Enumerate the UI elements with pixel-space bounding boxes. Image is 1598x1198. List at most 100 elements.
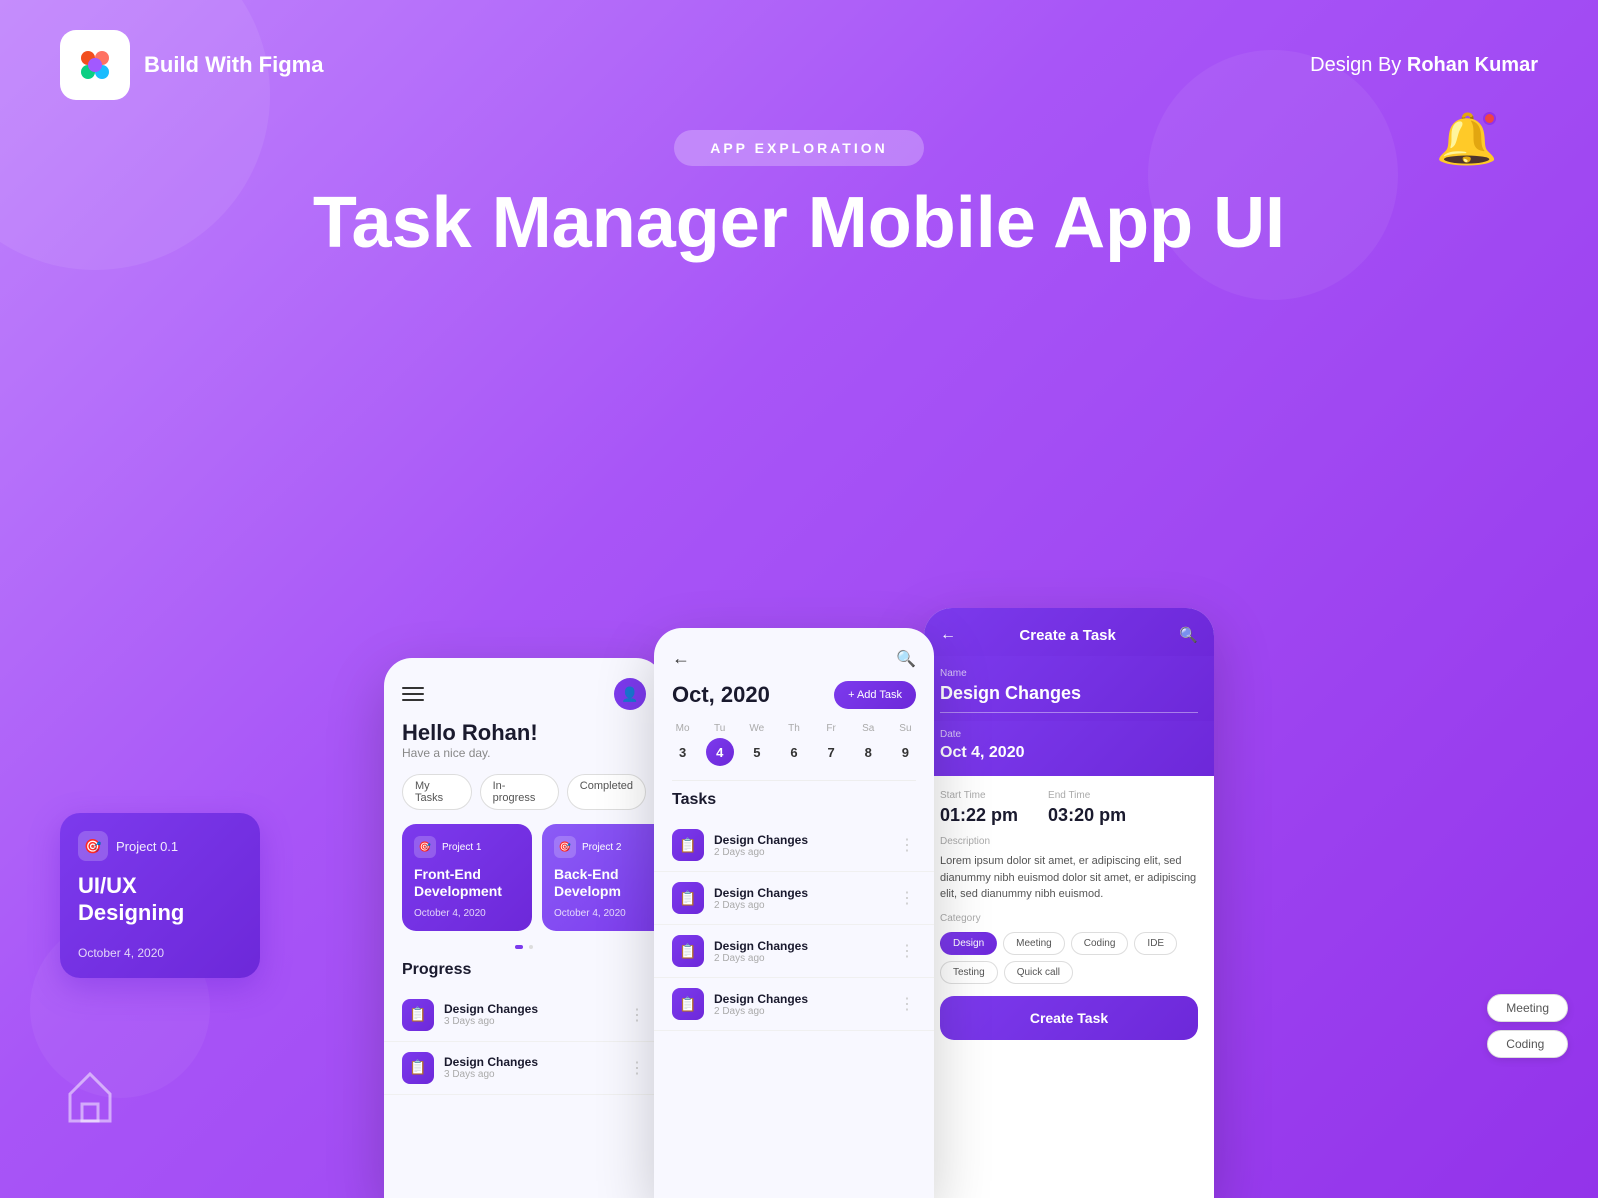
p2-task-ago-3: 2 Days ago bbox=[714, 953, 808, 964]
cal-day-num-we[interactable]: 5 bbox=[743, 738, 771, 766]
project-date: October 4, 2020 bbox=[78, 946, 242, 960]
cal-day-num-fr[interactable]: 7 bbox=[817, 738, 845, 766]
task-icon-2: 📋 bbox=[402, 1052, 434, 1084]
cal-day-num-mo[interactable]: 3 bbox=[669, 738, 697, 766]
cal-day-num-su[interactable]: 9 bbox=[891, 738, 919, 766]
p2-task-menu-4[interactable]: ⋮ bbox=[899, 994, 916, 1014]
p3-header-title: Create a Task bbox=[1019, 627, 1115, 644]
dot-active bbox=[515, 945, 523, 949]
extra-tag-meeting[interactable]: Meeting bbox=[1487, 994, 1568, 1022]
p2-task-name-4: Design Changes bbox=[714, 992, 808, 1006]
p2-task-menu-3[interactable]: ⋮ bbox=[899, 941, 916, 961]
pc-title-1: Front-EndDevelopment bbox=[414, 866, 520, 900]
project-card-2[interactable]: 🎯 Project 2 Back-EndDevelopm October 4, … bbox=[542, 824, 664, 931]
cat-tag-ide[interactable]: IDE bbox=[1134, 932, 1177, 955]
p3-search-icon[interactable]: 🔍 bbox=[1179, 626, 1198, 644]
p2-task-ago-2: 2 Days ago bbox=[714, 900, 808, 911]
p3-end-time: End Time 03:20 pm bbox=[1048, 790, 1126, 826]
p3-category-section: Category Design Meeting Coding IDE Testi… bbox=[924, 913, 1214, 996]
back-arrow-icon[interactable]: ← bbox=[672, 648, 690, 669]
p3-description-label: Description bbox=[940, 836, 1198, 847]
extra-category-tags: Meeting Coding bbox=[1487, 994, 1568, 1058]
hamburger-icon[interactable] bbox=[402, 687, 424, 701]
p3-end-time-label: End Time bbox=[1048, 790, 1126, 801]
p2-task-name-2: Design Changes bbox=[714, 886, 808, 900]
p2-task-ago-1: 2 Days ago bbox=[714, 847, 808, 858]
p3-description-text: Lorem ipsum dolor sit amet, er adipiscin… bbox=[940, 853, 1198, 903]
project-card-1[interactable]: 🎯 Project 1 Front-EndDevelopment October… bbox=[402, 824, 532, 931]
cal-day-tu: Tu 4 bbox=[706, 723, 734, 766]
cal-day-name-tu: Tu bbox=[714, 723, 725, 734]
calendar-row: Mo 3 Tu 4 We 5 Th 6 Fr 7 Sa 8 bbox=[654, 723, 934, 780]
cat-tag-quick-call[interactable]: Quick call bbox=[1004, 961, 1073, 984]
p2-task-icon-3: 📋 bbox=[672, 935, 704, 967]
house-icon bbox=[60, 1066, 120, 1138]
task-name-2: Design Changes bbox=[444, 1055, 538, 1069]
task-menu-2[interactable]: ⋮ bbox=[629, 1058, 646, 1078]
task-ago-2: 3 Days ago bbox=[444, 1069, 538, 1080]
p3-name-value: Design Changes bbox=[940, 683, 1198, 713]
phone-2: ← 🔍 Oct, 2020 + Add Task Mo 3 Tu 4 We 5 … bbox=[654, 628, 934, 1198]
cal-day-num-sa[interactable]: 8 bbox=[854, 738, 882, 766]
task-item-2: 📋 Design Changes 3 Days ago ⋮ bbox=[384, 1042, 664, 1095]
p3-time-row: Start Time 01:22 pm End Time 03:20 pm bbox=[924, 776, 1214, 836]
create-task-button[interactable]: Create Task bbox=[940, 996, 1198, 1040]
app-exploration-badge: APP EXPLORATION bbox=[674, 130, 924, 166]
pc-date-1: October 4, 2020 bbox=[414, 908, 520, 919]
p3-description-section: Description Lorem ipsum dolor sit amet, … bbox=[924, 836, 1214, 913]
task-menu-1[interactable]: ⋮ bbox=[629, 1005, 646, 1025]
notification-bell[interactable]: 🔔 bbox=[1436, 110, 1498, 169]
project-icon: 🎯 bbox=[78, 831, 108, 861]
p2-task-menu-1[interactable]: ⋮ bbox=[899, 835, 916, 855]
task-name-1: Design Changes bbox=[444, 1002, 538, 1016]
cal-day-name-mo: Mo bbox=[676, 723, 690, 734]
logo-text: Build With Figma bbox=[144, 51, 323, 80]
header: Build With Figma Design By Rohan Kumar bbox=[60, 30, 1538, 100]
logo-area: Build With Figma bbox=[60, 30, 323, 100]
p2-task-item-1: 📋 Design Changes 2 Days ago ⋮ bbox=[654, 819, 934, 872]
user-avatar[interactable]: 👤 bbox=[614, 678, 646, 710]
cat-tag-coding[interactable]: Coding bbox=[1071, 932, 1129, 955]
pc-num-1: Project 1 bbox=[442, 842, 481, 853]
progress-title: Progress bbox=[384, 961, 664, 989]
floating-project-card: 🎯 Project 0.1 UI/UXDesigning October 4, … bbox=[60, 813, 260, 978]
task-icon-1: 📋 bbox=[402, 999, 434, 1031]
task-item-1: 📋 Design Changes 3 Days ago ⋮ bbox=[384, 989, 664, 1042]
carousel-dots bbox=[384, 945, 664, 949]
cal-day-name-su: Su bbox=[899, 723, 911, 734]
tab-completed[interactable]: Completed bbox=[567, 774, 646, 810]
p2-task-icon-4: 📋 bbox=[672, 988, 704, 1020]
project-title: UI/UXDesigning bbox=[78, 873, 242, 926]
cat-tag-testing[interactable]: Testing bbox=[940, 961, 998, 984]
phone2-header: ← 🔍 bbox=[654, 628, 934, 681]
cal-day-we: We 5 bbox=[743, 723, 771, 766]
p3-name-section: Name Design Changes bbox=[924, 656, 1214, 721]
cat-tag-meeting[interactable]: Meeting bbox=[1003, 932, 1065, 955]
phone-3: ← Create a Task 🔍 Name Design Changes Da… bbox=[924, 608, 1214, 1198]
p2-task-menu-2[interactable]: ⋮ bbox=[899, 888, 916, 908]
extra-tag-coding[interactable]: Coding bbox=[1487, 1030, 1568, 1058]
cal-day-name-th: Th bbox=[788, 723, 800, 734]
cal-day-su: Su 9 bbox=[891, 723, 919, 766]
p2-task-item-2: 📋 Design Changes 2 Days ago ⋮ bbox=[654, 872, 934, 925]
p3-start-time: Start Time 01:22 pm bbox=[940, 790, 1018, 826]
cal-day-num-tu[interactable]: 4 bbox=[706, 738, 734, 766]
search-icon-p2[interactable]: 🔍 bbox=[896, 649, 916, 669]
p3-white-section: Start Time 01:22 pm End Time 03:20 pm De… bbox=[924, 776, 1214, 1040]
pc-num-2: Project 2 bbox=[582, 842, 621, 853]
greeting-text: Hello Rohan! bbox=[402, 720, 646, 746]
figma-icon bbox=[75, 45, 115, 85]
cat-tag-design[interactable]: Design bbox=[940, 932, 997, 955]
tab-my-tasks[interactable]: My Tasks bbox=[402, 774, 472, 810]
dot-inactive bbox=[529, 945, 533, 949]
notification-dot bbox=[1483, 112, 1496, 125]
hero-section: APP EXPLORATION Task Manager Mobile App … bbox=[0, 130, 1598, 263]
month-text: Oct, 2020 bbox=[672, 682, 770, 708]
cal-day-num-th[interactable]: 6 bbox=[780, 738, 808, 766]
p3-back-icon[interactable]: ← bbox=[940, 626, 956, 644]
logo-box bbox=[60, 30, 130, 100]
add-task-button[interactable]: + Add Task bbox=[834, 681, 916, 709]
pc-icon-1: 🎯 bbox=[414, 836, 436, 858]
tab-in-progress[interactable]: In-progress bbox=[480, 774, 559, 810]
p3-category-label: Category bbox=[940, 913, 1198, 924]
